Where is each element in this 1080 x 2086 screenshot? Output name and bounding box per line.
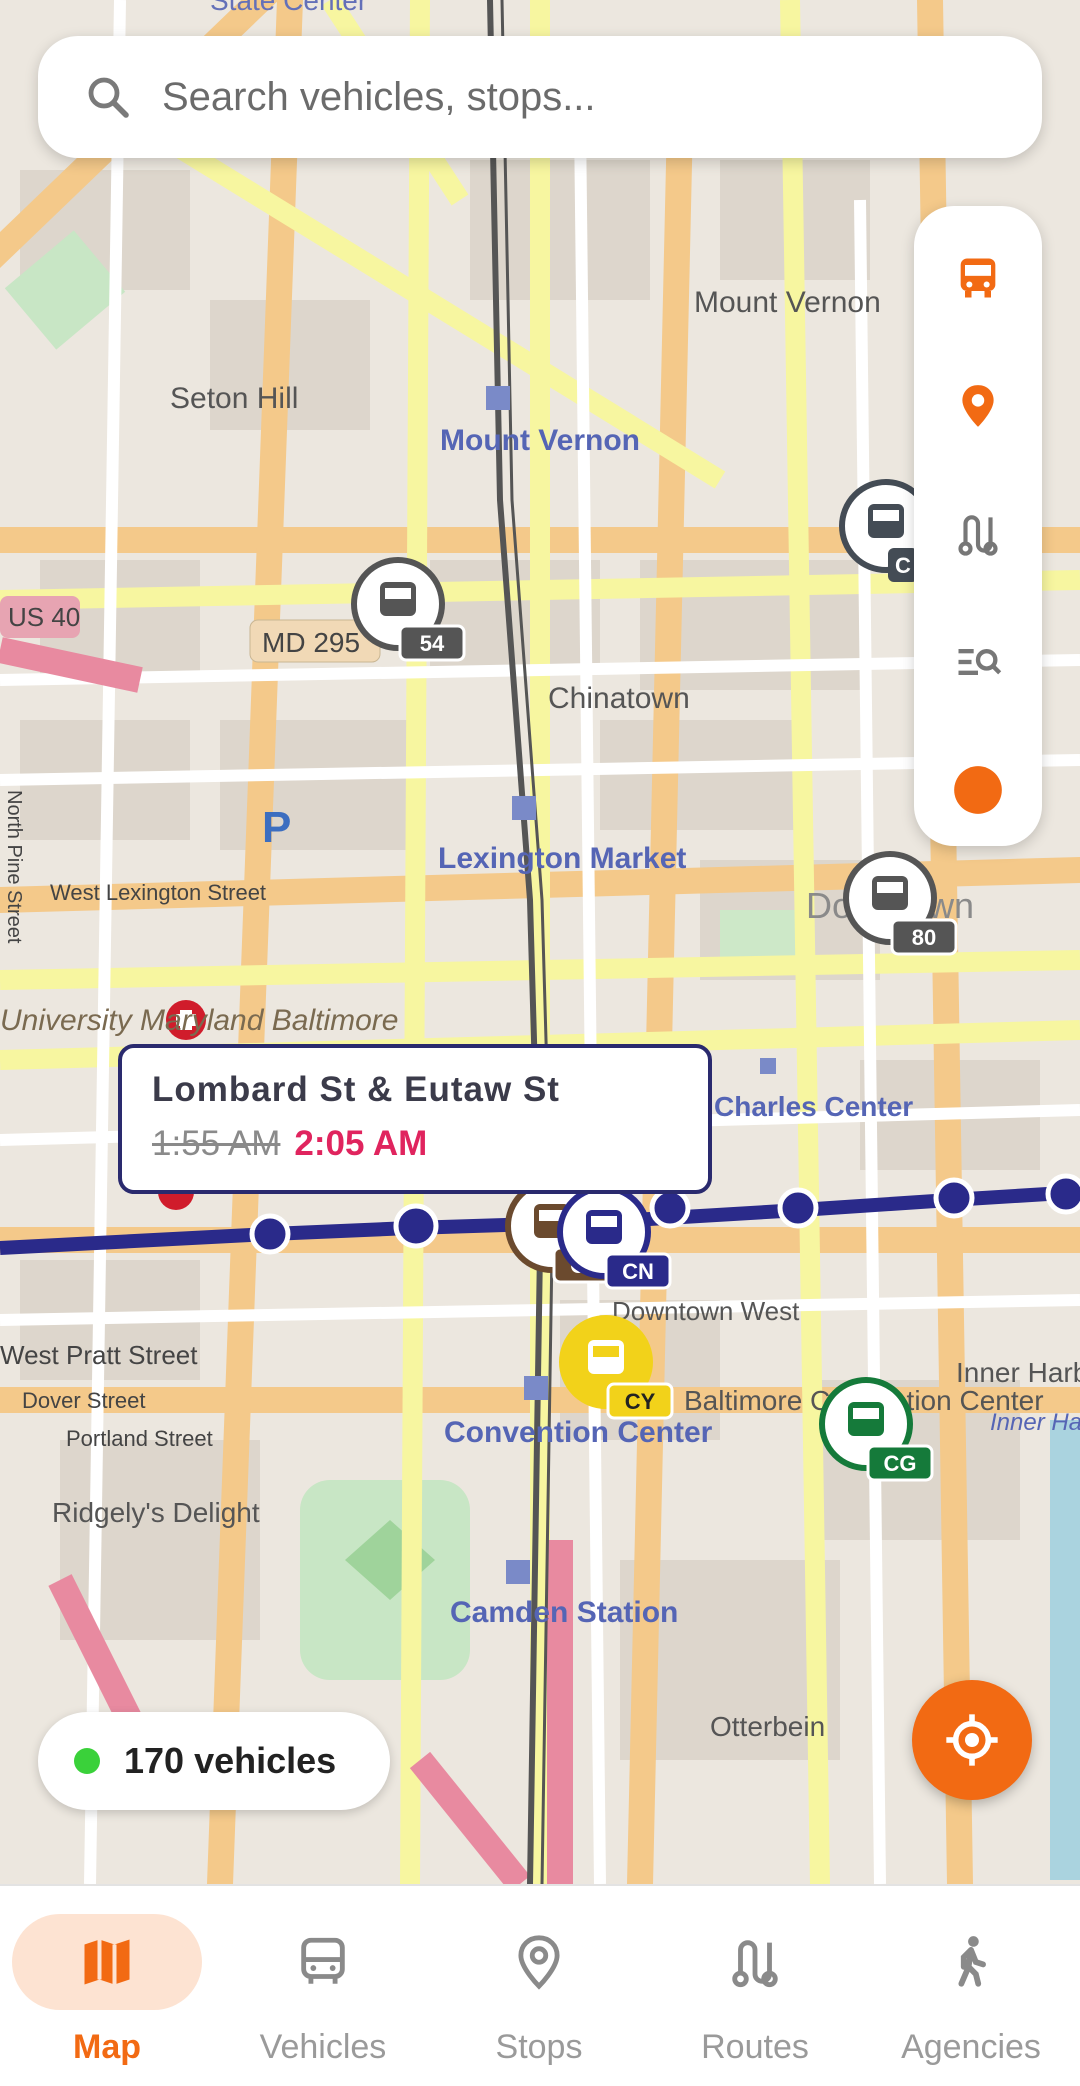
nav-agencies[interactable]: Agencies	[876, 1914, 1066, 2074]
vehicle-count-badge: 170 vehicles	[38, 1712, 390, 1810]
bottom-nav: Map Vehicles Stops Routes Agencies	[0, 1884, 1080, 2086]
nav-map[interactable]: Map	[12, 1914, 202, 2074]
scheduled-time: 1:55 AM	[152, 1124, 281, 1163]
map-label: Mount Vernon	[440, 424, 640, 457]
map-label: North Pine Street	[3, 790, 25, 944]
bus-icon	[872, 876, 908, 910]
bus-icon	[960, 258, 996, 298]
locate-me-button[interactable]	[912, 1680, 1032, 1800]
bus-icon	[380, 582, 416, 616]
map-layer-toolbar	[914, 206, 1042, 846]
bus-icon	[301, 1937, 345, 1984]
filter-list-button[interactable]	[934, 618, 1022, 706]
map-label: Portland Street	[66, 1426, 213, 1451]
nav-routes[interactable]: Routes	[660, 1914, 850, 2074]
route-icon	[732, 1940, 778, 1988]
map-label: Seton Hill	[170, 382, 298, 415]
nav-vehicles[interactable]: Vehicles	[228, 1914, 418, 2074]
map-label: University Maryland Baltimore	[0, 1004, 398, 1037]
nav-label: Map	[73, 2028, 141, 2066]
search-bar[interactable]	[38, 36, 1042, 158]
bus-icon	[586, 1210, 622, 1244]
stop-name: Lombard St & Eutaw St	[152, 1070, 560, 1109]
map-label: Ridgely's Delight	[52, 1497, 260, 1528]
map-pin-icon	[962, 385, 994, 427]
map-label: Lexington Market	[438, 842, 686, 875]
crosshair-icon	[946, 1714, 998, 1766]
map-icon	[84, 1939, 130, 1985]
map-label: West Lexington Street	[50, 880, 266, 905]
nav-label: Stops	[495, 2028, 583, 2066]
bus-layer-button[interactable]	[934, 234, 1022, 322]
map-label: Otterbein	[710, 1711, 825, 1742]
map-label: Convention Center	[444, 1416, 713, 1449]
map-label: MD 295	[262, 627, 360, 658]
route-label: C	[895, 553, 911, 578]
map-pin-icon	[518, 1935, 560, 1990]
bus-icon	[868, 504, 904, 538]
nav-label: Vehicles	[259, 2028, 387, 2066]
map-label: Inner Harbor	[990, 1409, 1080, 1436]
orange-dot-icon	[954, 766, 1002, 814]
routes-layer-button[interactable]	[934, 490, 1022, 578]
nav-label: Routes	[701, 2028, 809, 2066]
map-label: Downtown West	[612, 1296, 800, 1326]
search-input[interactable]	[160, 73, 984, 121]
status-dot-button[interactable]	[934, 746, 1022, 834]
route-label: 54	[420, 631, 445, 656]
bus-icon	[588, 1340, 624, 1374]
map-label: US 40	[8, 602, 80, 632]
map-label: Inner Harbor	[956, 1357, 1080, 1388]
route-label: CN	[622, 1259, 654, 1284]
map-label: Mount Vernon	[694, 286, 881, 319]
nav-label: Agencies	[901, 2028, 1041, 2066]
stop-popup[interactable]: Lombard St & Eutaw St 1:55 AM 2:05 AM	[118, 1044, 712, 1194]
bus-icon	[848, 1402, 884, 1436]
route-label: CY	[625, 1389, 656, 1414]
map-label: Chinatown	[548, 682, 690, 715]
list-search-icon	[958, 649, 1002, 675]
map-label: Camden Station	[450, 1596, 678, 1629]
walking-person-icon	[958, 1936, 986, 1987]
route-label: 80	[912, 925, 936, 950]
route-label: CG	[884, 1451, 917, 1476]
map-label: Dover Street	[22, 1388, 146, 1413]
route-icon	[958, 515, 998, 556]
map-label: P	[262, 803, 291, 852]
map-label: State Center	[210, 0, 367, 16]
vehicle-count-label: 170 vehicles	[124, 1740, 337, 1781]
nav-stops[interactable]: Stops	[444, 1914, 634, 2074]
live-status-dot	[74, 1748, 100, 1774]
predicted-time: 2:05 AM	[294, 1124, 428, 1163]
map-label: West Pratt Street	[0, 1340, 198, 1370]
search-icon	[88, 77, 129, 118]
stops-layer-button[interactable]	[934, 362, 1022, 450]
map-label: Charles Center	[714, 1091, 913, 1122]
